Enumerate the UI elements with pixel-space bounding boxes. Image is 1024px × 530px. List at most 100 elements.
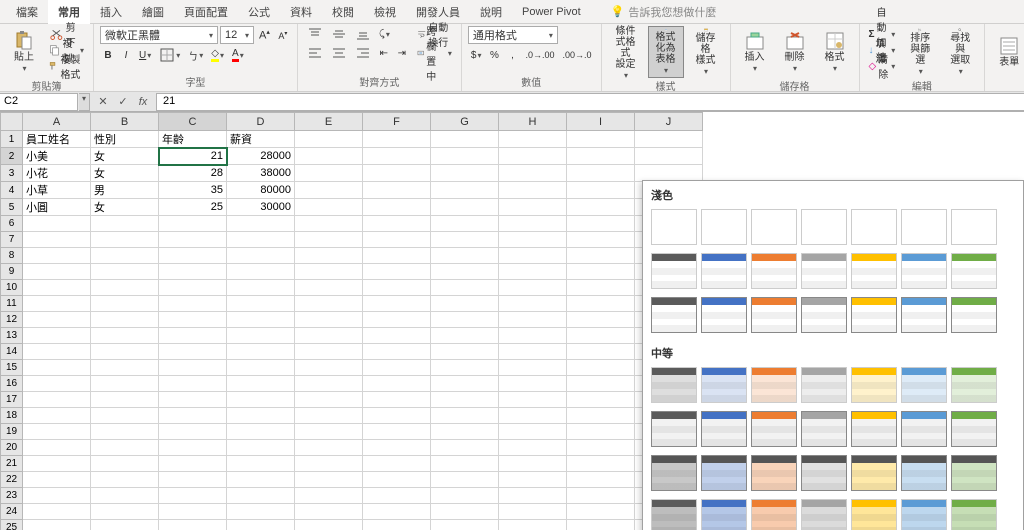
cell[interactable]: [227, 456, 295, 472]
cell[interactable]: [159, 376, 227, 392]
cell[interactable]: [567, 488, 635, 504]
row-header[interactable]: 16: [1, 376, 23, 392]
table-style-option[interactable]: [651, 297, 697, 333]
tab-說明[interactable]: 說明: [470, 0, 512, 24]
table-style-option[interactable]: [651, 499, 697, 530]
cell[interactable]: 女: [91, 165, 159, 182]
cell[interactable]: [431, 328, 499, 344]
row-header[interactable]: 21: [1, 456, 23, 472]
cell[interactable]: [499, 360, 567, 376]
cell[interactable]: [567, 148, 635, 165]
cell[interactable]: [363, 216, 431, 232]
cell[interactable]: 小花: [23, 165, 91, 182]
table-style-option[interactable]: [751, 209, 797, 245]
row-header[interactable]: 9: [1, 264, 23, 280]
cell[interactable]: [159, 296, 227, 312]
italic-button[interactable]: I: [118, 47, 134, 63]
cell[interactable]: [431, 165, 499, 182]
fill-color-button[interactable]: ◇▾: [208, 47, 227, 63]
cell[interactable]: [567, 520, 635, 530]
cell[interactable]: [635, 148, 703, 165]
cell[interactable]: 小草: [23, 182, 91, 199]
cell[interactable]: [431, 424, 499, 440]
cell[interactable]: [159, 504, 227, 520]
cell[interactable]: [567, 376, 635, 392]
cell[interactable]: [363, 199, 431, 216]
table-style-option[interactable]: [651, 253, 697, 289]
cell[interactable]: [91, 424, 159, 440]
cell[interactable]: [499, 312, 567, 328]
cell[interactable]: [23, 264, 91, 280]
tab-檔案[interactable]: 檔案: [6, 0, 48, 24]
cell[interactable]: [295, 440, 363, 456]
cell[interactable]: [23, 440, 91, 456]
cell[interactable]: [567, 472, 635, 488]
percent-button[interactable]: %: [486, 47, 502, 63]
table-style-option[interactable]: [751, 411, 797, 447]
cell[interactable]: [363, 456, 431, 472]
table-style-option[interactable]: [851, 253, 897, 289]
table-style-option[interactable]: [951, 253, 997, 289]
clear-button[interactable]: ◇清除▾: [866, 58, 899, 74]
cell[interactable]: [295, 360, 363, 376]
cell[interactable]: [227, 264, 295, 280]
cell[interactable]: [295, 456, 363, 472]
cell[interactable]: [295, 520, 363, 530]
cell[interactable]: [635, 131, 703, 148]
bold-button[interactable]: B: [100, 47, 116, 63]
table-style-option[interactable]: [801, 209, 847, 245]
cell[interactable]: [499, 182, 567, 199]
table-style-option[interactable]: [851, 367, 897, 403]
cell[interactable]: [23, 472, 91, 488]
cell[interactable]: [159, 456, 227, 472]
tab-頁面配置[interactable]: 頁面配置: [174, 0, 238, 24]
cell[interactable]: [363, 312, 431, 328]
cell[interactable]: [431, 312, 499, 328]
cell[interactable]: [431, 344, 499, 360]
cell[interactable]: [431, 182, 499, 199]
cell[interactable]: [159, 392, 227, 408]
borders-button[interactable]: ▾: [156, 47, 183, 63]
cell[interactable]: [567, 165, 635, 182]
cell[interactable]: [499, 199, 567, 216]
row-header[interactable]: 20: [1, 440, 23, 456]
table-style-option[interactable]: [901, 411, 947, 447]
table-style-option[interactable]: [701, 253, 747, 289]
cell[interactable]: [431, 232, 499, 248]
align-middle-button[interactable]: [328, 26, 350, 42]
cell[interactable]: [431, 440, 499, 456]
cell[interactable]: [295, 504, 363, 520]
cell[interactable]: [567, 344, 635, 360]
cell[interactable]: [227, 360, 295, 376]
table-style-option[interactable]: [951, 209, 997, 245]
cell[interactable]: [431, 264, 499, 280]
cell[interactable]: [363, 165, 431, 182]
cell[interactable]: [295, 488, 363, 504]
cell[interactable]: [499, 165, 567, 182]
cell[interactable]: [159, 264, 227, 280]
cell[interactable]: 35: [159, 182, 227, 199]
cell[interactable]: [295, 216, 363, 232]
table-style-option[interactable]: [701, 411, 747, 447]
table-style-option[interactable]: [651, 367, 697, 403]
cell[interactable]: [23, 232, 91, 248]
cell[interactable]: [363, 296, 431, 312]
tell-me-search[interactable]: 💡告訴我您想做什麼: [611, 4, 717, 20]
cell[interactable]: [567, 424, 635, 440]
table-style-option[interactable]: [801, 253, 847, 289]
cell[interactable]: [23, 216, 91, 232]
table-style-option[interactable]: [801, 499, 847, 530]
cell[interactable]: 80000: [227, 182, 295, 199]
table-style-option[interactable]: [701, 209, 747, 245]
shrink-font-button[interactable]: A▾: [275, 27, 291, 43]
table-style-option[interactable]: [751, 297, 797, 333]
fx-button[interactable]: fx: [134, 94, 152, 110]
row-header[interactable]: 10: [1, 280, 23, 296]
align-top-button[interactable]: [304, 26, 326, 42]
cell[interactable]: [91, 360, 159, 376]
find-select-button[interactable]: 尋找與 選取▾: [942, 26, 978, 78]
cell[interactable]: 28: [159, 165, 227, 182]
cell[interactable]: [295, 408, 363, 424]
cell[interactable]: [91, 520, 159, 530]
name-box[interactable]: C2: [0, 93, 78, 111]
